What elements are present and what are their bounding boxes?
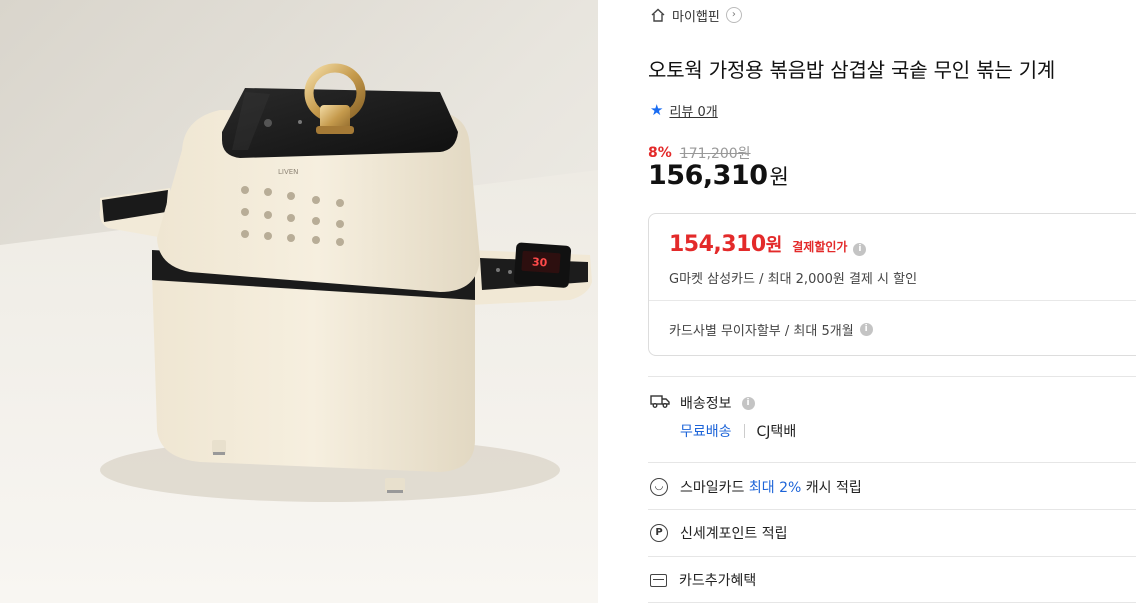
divider xyxy=(648,602,1136,603)
divider xyxy=(648,556,1136,557)
divider xyxy=(648,509,1136,510)
smile-card-label: 스마일카드 xyxy=(680,480,745,496)
installment-text: 카드사별 무이자할부 / 최대 5개월 xyxy=(669,324,854,339)
shipping-detail: 무료배송 CJ택배 xyxy=(680,421,796,441)
home-icon xyxy=(650,7,666,23)
divider xyxy=(648,462,1136,463)
sale-price-number: 156,310 xyxy=(648,160,768,191)
sale-price: 156,310 원 xyxy=(648,160,789,191)
payment-discount-box: 154,310원 결제할인가 i G마켓 삼성카드 / 최대 2,000원 결제… xyxy=(648,213,1136,356)
svg-text:30: 30 xyxy=(532,255,549,269)
review-count-link[interactable]: 리뷰 0개 xyxy=(669,101,717,120)
shinsegae-point-label: 신세계포인트 적립 xyxy=(680,526,788,542)
card-extra-label: 카드추가혜택 xyxy=(679,573,757,589)
smile-card-benefit[interactable]: ◡ 스마일카드 최대 2% 캐시 적립 xyxy=(650,477,862,497)
coupon-tag: 결제할인가 xyxy=(792,240,848,254)
info-icon[interactable]: i xyxy=(859,323,873,336)
review-summary[interactable]: ★ 리뷰 0개 xyxy=(650,101,718,121)
product-image[interactable]: 30 LIVEN xyxy=(0,0,598,603)
coupon-price-row: 154,310원 결제할인가 i xyxy=(669,231,867,257)
chevron-right-icon[interactable]: › xyxy=(725,7,742,23)
product-photo: 30 LIVEN xyxy=(0,0,598,603)
divider xyxy=(648,376,1136,377)
product-title: 오토웍 가정용 볶음밥 삼겹살 국솥 무인 볶는 기계 xyxy=(648,58,1056,82)
coupon-price: 154,310 xyxy=(669,232,766,257)
shinsegae-point-benefit[interactable]: P 신세계포인트 적립 xyxy=(650,523,788,543)
shop-link[interactable]: 마이햅핀 › xyxy=(650,5,742,25)
carrier: CJ택배 xyxy=(756,424,797,440)
smile-card-cash: 캐시 적립 xyxy=(805,480,862,496)
free-shipping: 무료배송 xyxy=(680,424,732,440)
svg-text:LIVEN: LIVEN xyxy=(278,168,298,176)
card-discount-note: G마켓 삼성카드 / 최대 2,000원 결제 시 할인 xyxy=(669,272,918,287)
installment-row: 카드사별 무이자할부 / 최대 5개월 i xyxy=(669,320,873,339)
shop-name[interactable]: 마이햅핀 xyxy=(672,6,720,25)
sale-price-unit: 원 xyxy=(769,165,789,189)
info-icon[interactable]: i xyxy=(853,243,867,256)
shipping-label: 배송정보 xyxy=(680,396,732,412)
divider xyxy=(649,300,1136,301)
shipping-header: 배송정보 i xyxy=(650,393,755,413)
info-icon[interactable]: i xyxy=(741,396,755,410)
card-extra-benefit[interactable]: 카드추가혜택 xyxy=(650,570,756,590)
credit-card-icon xyxy=(650,573,667,587)
coupon-price-unit: 원 xyxy=(765,235,783,256)
discount-rate: 8% xyxy=(648,145,672,161)
separator xyxy=(743,424,745,438)
smile-icon: ◡ xyxy=(650,478,668,496)
truck-icon xyxy=(650,393,670,413)
point-icon: P xyxy=(650,524,668,542)
star-icon: ★ xyxy=(650,101,664,119)
smile-card-rate: 최대 2% xyxy=(748,480,802,496)
